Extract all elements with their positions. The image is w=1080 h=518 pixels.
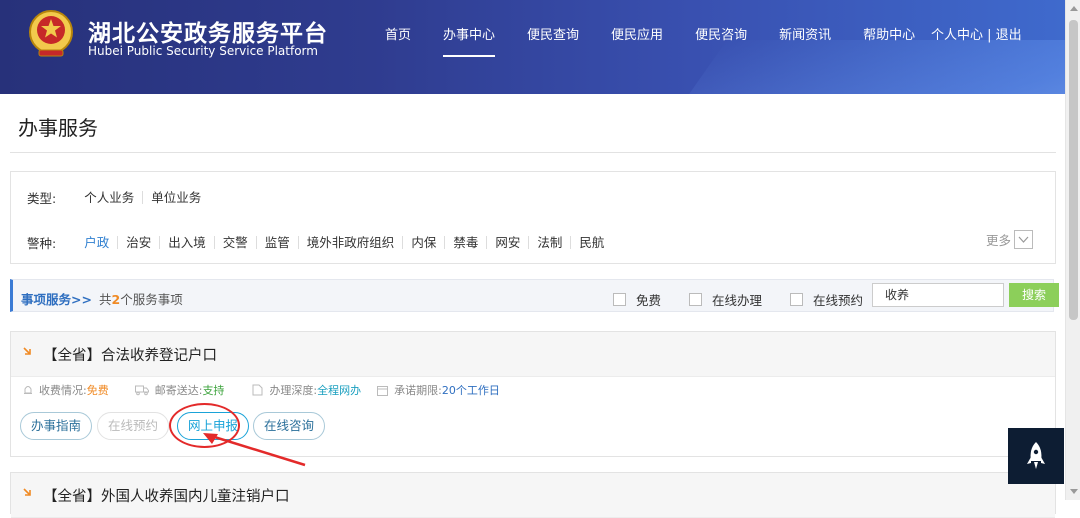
meta-mail: 邮寄送达: 支持	[134, 382, 225, 398]
checkbox-online-label: 在线办理	[712, 293, 763, 308]
filter-free-checkbox[interactable]: 免费	[613, 290, 661, 309]
checkbox-free-box[interactable]	[613, 293, 626, 306]
nav-query[interactable]: 便民查询	[527, 24, 579, 43]
checkbox-online-box[interactable]	[689, 293, 702, 306]
nav-news[interactable]: 新闻资讯	[779, 24, 831, 43]
filter-police-security[interactable]: 治安	[118, 236, 161, 249]
more-label: 更多	[985, 233, 1011, 248]
filter-police-internal[interactable]: 内保	[403, 236, 446, 249]
search-input[interactable]: 收养	[872, 283, 1004, 307]
meta-fee-label: 收费情况:	[39, 384, 87, 397]
meta-limit-label: 承诺期限:	[394, 384, 442, 397]
arrow-down-right-icon	[23, 347, 31, 355]
nav-apps[interactable]: 便民应用	[611, 24, 663, 43]
meta-limit-value: 20个工作日	[441, 384, 500, 397]
scroll-up-icon[interactable]	[1070, 6, 1078, 11]
truck-icon	[134, 385, 149, 395]
guide-button[interactable]: 办事指南	[20, 412, 93, 440]
service-item-meta: 收费情况: 免费 邮寄送达: 支持 办理深度: 全程网办 承诺期限: 20个工作…	[23, 382, 516, 398]
service-bar-title: 事项服务>>	[21, 292, 92, 307]
nav-help[interactable]: 帮助中心	[863, 24, 915, 43]
police-filter-row: 警种: 户政 治安 出入境 交警 监管 境外非政府组织 内保 禁毒 网安 法制 …	[27, 233, 612, 252]
bell-icon	[24, 386, 32, 394]
site-subtitle: Hubei Public Security Service Platform	[88, 44, 318, 58]
meta-fee: 收费情况: 免费	[23, 382, 109, 398]
filter-police-traffic[interactable]: 交警	[215, 236, 257, 249]
service-count: 共2个服务事项	[99, 289, 183, 308]
service-item-card: 【全省】外国人收养国内儿童注销户口	[10, 472, 1056, 518]
online-booking-button[interactable]: 在线预约	[97, 412, 170, 440]
nav-service-center[interactable]: 办事中心	[443, 24, 496, 57]
scroll-thumb[interactable]	[1069, 20, 1078, 320]
filter-police-ngo[interactable]: 境外非政府组织	[299, 236, 404, 249]
type-filter-row: 类型: 个人业务 单位业务	[27, 188, 209, 207]
filter-online-checkbox[interactable]: 在线办理	[689, 290, 762, 309]
calendar-icon	[377, 385, 389, 396]
site-header: 湖北公安政务服务平台 Hubei Public Security Service…	[0, 0, 1065, 94]
police-emblem-icon	[29, 10, 73, 57]
filter-type-company[interactable]: 单位业务	[143, 191, 209, 204]
arrow-down-right-icon	[23, 488, 31, 496]
rocket-icon	[1027, 442, 1045, 469]
meta-depth-value: 全程网办	[317, 384, 362, 397]
meta-fee-value: 免费	[86, 384, 109, 397]
filter-police-exit-entry[interactable]: 出入境	[160, 236, 215, 249]
service-count-number: 2	[111, 292, 121, 307]
site-title: 湖北公安政务服务平台	[88, 21, 328, 47]
user-links[interactable]: 个人中心 | 退出	[931, 24, 1022, 43]
checkbox-booking-label: 在线预约	[813, 293, 864, 308]
main-nav: 首页 办事中心 便民查询 便民应用 便民咨询 新闻资讯 帮助中心	[385, 24, 947, 57]
filter-police-legal[interactable]: 法制	[529, 236, 572, 249]
service-item-card: 【全省】合法收养登记户口 收费情况: 免费 邮寄送达: 支持 办理深度: 全程网…	[10, 331, 1056, 457]
scroll-down-icon[interactable]	[1070, 489, 1078, 494]
service-count-prefix: 共	[99, 292, 112, 307]
filter-police-cyber[interactable]: 网安	[487, 236, 530, 249]
meta-depth: 办理深度: 全程网办	[252, 382, 361, 398]
meta-depth-label: 办理深度:	[269, 384, 318, 397]
service-item-header: 【全省】外国人收养国内儿童注销户口	[11, 473, 1055, 518]
service-item-title[interactable]: 【全省】合法收养登记户口	[43, 344, 217, 365]
back-to-top-button[interactable]	[1008, 428, 1064, 484]
filter-panel: 类型: 个人业务 单位业务 警种: 户政 治安 出入境 交警 监管 境外非政府组…	[10, 171, 1056, 264]
meta-mail-value: 支持	[202, 384, 225, 397]
page-scrollbar[interactable]	[1065, 0, 1080, 500]
police-filter-label: 警种:	[27, 236, 57, 251]
checkbox-free-label: 免费	[636, 293, 662, 308]
filter-booking-checkbox[interactable]: 在线预约	[790, 290, 863, 309]
meta-limit: 承诺期限: 20个工作日	[377, 382, 500, 398]
more-filters-button[interactable]: 更多	[986, 230, 1033, 249]
service-bar: 事项服务>> 共2个服务事项 免费 在线办理 在线预约 收养 搜索	[10, 279, 1059, 312]
type-filter-label: 类型:	[27, 191, 57, 206]
title-divider	[10, 152, 1056, 153]
page-title: 办事服务	[18, 116, 98, 140]
annotation-arrow-icon	[203, 433, 306, 467]
document-icon	[252, 384, 263, 396]
nav-home[interactable]: 首页	[385, 24, 411, 43]
nav-consult[interactable]: 便民咨询	[695, 24, 747, 43]
filter-police-aviation[interactable]: 民航	[571, 236, 612, 249]
filter-police-supervision[interactable]: 监管	[257, 236, 299, 249]
meta-mail-label: 邮寄送达:	[154, 384, 203, 397]
checkbox-booking-box[interactable]	[790, 293, 803, 306]
service-item-header: 【全省】合法收养登记户口	[11, 332, 1055, 377]
service-item-title[interactable]: 【全省】外国人收养国内儿童注销户口	[43, 485, 290, 506]
filter-police-narcotics[interactable]: 禁毒	[445, 236, 488, 249]
filter-police-household[interactable]: 户政	[84, 236, 119, 249]
service-count-suffix: 个服务事项	[120, 292, 183, 307]
chevron-down-icon	[1014, 230, 1033, 249]
filter-type-personal[interactable]: 个人业务	[84, 191, 144, 204]
search-button[interactable]: 搜索	[1009, 283, 1059, 307]
